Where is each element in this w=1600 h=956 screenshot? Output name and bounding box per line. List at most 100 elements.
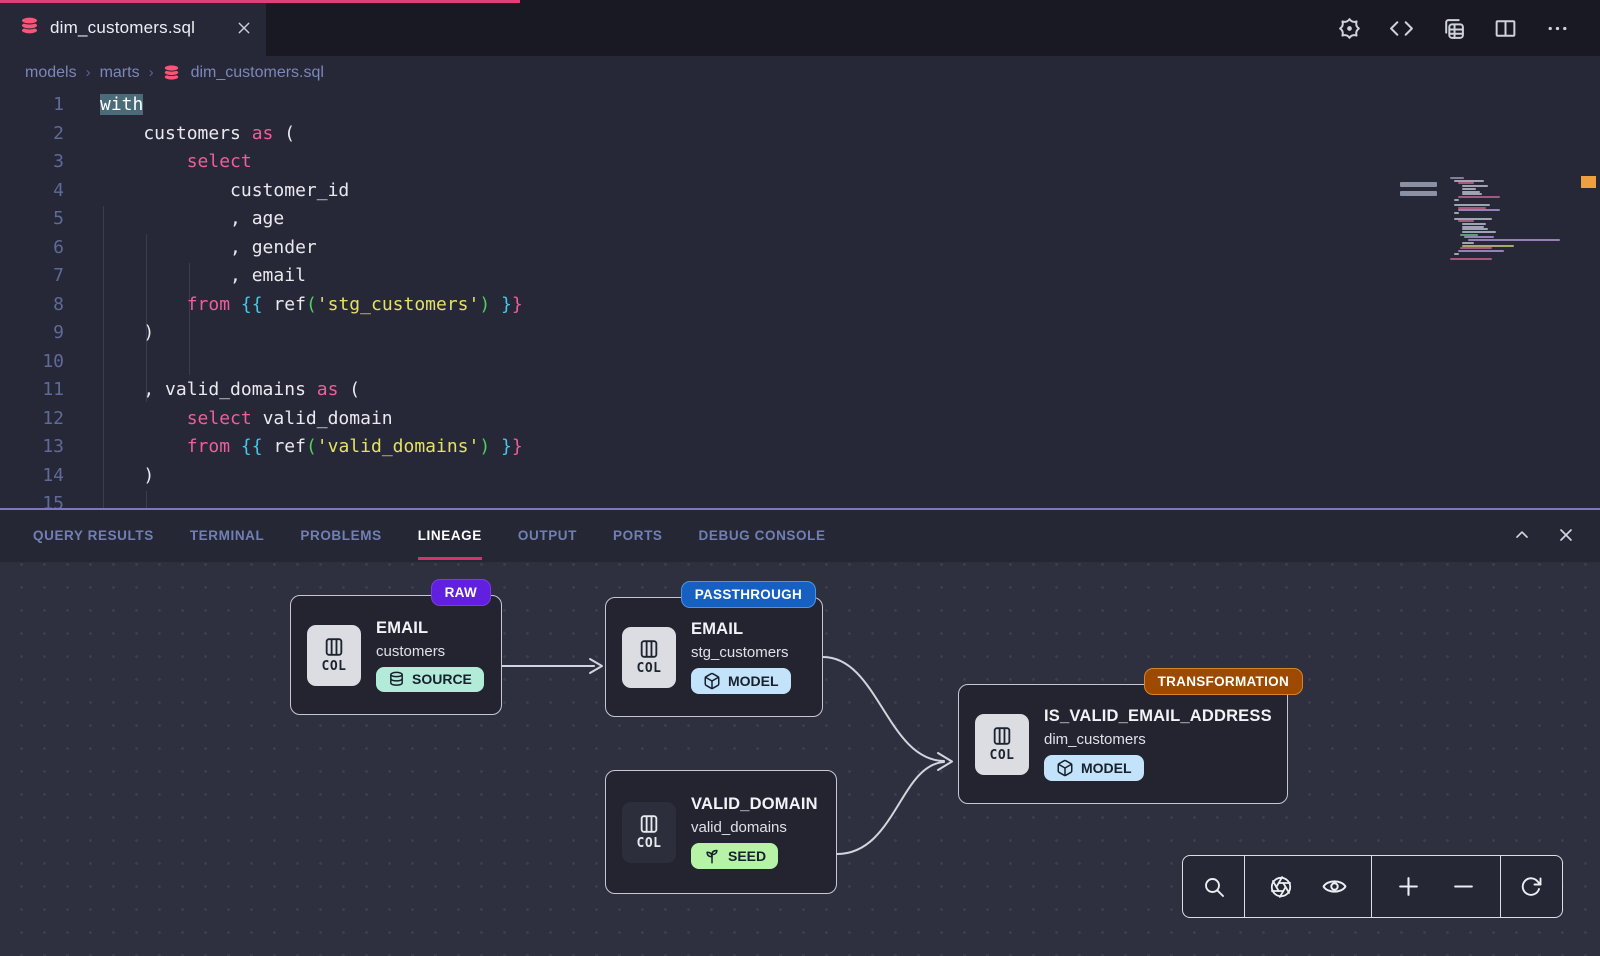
panel-tab-output[interactable]: OUTPUT (518, 510, 577, 560)
panel-tab-terminal[interactable]: TERMINAL (190, 510, 265, 560)
node-subtitle: customers (376, 643, 484, 660)
line-number: 8 (0, 291, 64, 320)
line-text: customer_id (64, 177, 349, 206)
chip-label: MODEL (728, 673, 779, 689)
close-icon[interactable] (1556, 525, 1576, 545)
column-chip[interactable]: COL (307, 625, 361, 686)
minimap[interactable] (1428, 177, 1578, 267)
column-chip-label: COL (322, 659, 347, 674)
breadcrumb-item-models[interactable]: models (25, 64, 77, 82)
column-chip[interactable]: COL (622, 627, 676, 688)
code-line: 12 select valid_domain (0, 405, 1600, 434)
aperture-icon[interactable] (1263, 875, 1299, 899)
minimap-line (1462, 245, 1514, 247)
editor-tab-bar: dim_customers.sql (0, 0, 1600, 56)
toolbar-section (1501, 856, 1561, 917)
line-text (64, 490, 100, 508)
minimap-line (1450, 177, 1464, 179)
eye-icon[interactable] (1316, 874, 1353, 899)
code-line: 8 from {{ ref('stg_customers') }} (0, 291, 1600, 320)
minimap-line (1458, 250, 1504, 252)
lineage-node-customers[interactable]: RAWCOLEMAILcustomersSOURCE (290, 595, 502, 715)
code-line: 15 (0, 490, 1600, 508)
breadcrumb-separator: › (86, 64, 91, 81)
minimap-line (1460, 247, 1492, 249)
dbt-logo-icon[interactable] (1337, 16, 1362, 41)
overview-ruler-mark (1400, 182, 1437, 187)
code-editor[interactable]: 1with2 customers as (3 select4 customer_… (0, 89, 1600, 508)
code-line: 14 ) (0, 462, 1600, 491)
breadcrumb-item-file[interactable]: dim_customers.sql (191, 64, 324, 82)
column-chip[interactable]: COL (622, 802, 676, 863)
columns-icon (638, 638, 660, 660)
line-text: customers as ( (64, 120, 295, 149)
minimap-line (1462, 185, 1488, 187)
minimap-line (1462, 226, 1484, 228)
node-subtitle: stg_customers (691, 644, 791, 661)
lineage-node-valid_domains[interactable]: COLVALID_DOMAINvalid_domainsSEED (605, 770, 837, 894)
line-number: 13 (0, 433, 64, 462)
panel-tab-query-results[interactable]: QUERY RESULTS (33, 510, 154, 560)
minimap-line (1462, 231, 1496, 233)
toolbar-section (1245, 856, 1372, 917)
tab-dim-customers[interactable]: dim_customers.sql (0, 0, 266, 56)
editor-actions (1337, 0, 1600, 56)
columns-icon (991, 725, 1013, 747)
split-editor-icon[interactable] (1493, 16, 1518, 41)
column-chip[interactable]: COL (975, 714, 1029, 775)
minimap-line (1458, 209, 1500, 211)
panel-actions (1512, 525, 1600, 545)
line-number: 5 (0, 205, 64, 234)
panel-tab-problems[interactable]: PROBLEMS (300, 510, 381, 560)
code-line: 4 customer_id (0, 177, 1600, 206)
arrowhead-icon (590, 659, 602, 673)
zoom-in-icon[interactable] (1390, 874, 1427, 899)
edge-valid-dim (837, 762, 944, 854)
database-icon (163, 64, 180, 81)
line-number: 6 (0, 234, 64, 263)
panel-tab-lineage[interactable]: LINEAGE (418, 510, 482, 560)
panel-tabs: QUERY RESULTS TERMINAL PROBLEMS LINEAGE OUTP… (33, 510, 826, 560)
app-window: dim_customers.sql (0, 0, 1600, 956)
chip-label: SOURCE (412, 671, 472, 687)
copy-table-icon[interactable] (1441, 16, 1466, 41)
toolbar-section (1372, 856, 1501, 917)
code-line: 3 select (0, 148, 1600, 177)
panel-tab-ports[interactable]: PORTS (613, 510, 663, 560)
column-chip-label: COL (637, 836, 662, 851)
code-line: 6 , gender (0, 234, 1600, 263)
code-line: 2 customers as ( (0, 120, 1600, 149)
column-chip-label: COL (990, 748, 1015, 763)
tab-title: dim_customers.sql (50, 18, 225, 38)
line-text: , email (64, 262, 306, 291)
columns-icon (638, 813, 660, 835)
node-subtitle: valid_domains (691, 819, 818, 836)
zoom-out-icon[interactable] (1445, 874, 1482, 899)
minimap-line (1454, 212, 1459, 214)
panel-tab-debug-console[interactable]: DEBUG CONSOLE (699, 510, 826, 560)
line-number: 3 (0, 148, 64, 177)
chevron-up-icon[interactable] (1512, 525, 1532, 545)
lineage-node-dim_customers[interactable]: TRANSFORMATIONCOLIS_VALID_EMAIL_ADDRESSd… (958, 684, 1288, 804)
search-icon[interactable] (1196, 875, 1232, 899)
node-type-chip-source: SOURCE (376, 667, 484, 692)
line-text: from {{ ref('valid_domains') }} (64, 433, 523, 462)
code-line: 7 , email (0, 262, 1600, 291)
minimap-line (1462, 188, 1476, 190)
minimap-line (1458, 220, 1474, 222)
code-icon[interactable] (1389, 16, 1414, 41)
lineage-canvas[interactable]: RAWCOLEMAILcustomersSOURCEPASSTHROUGHCOL… (0, 562, 1600, 956)
breadcrumb-item-marts[interactable]: marts (100, 64, 140, 82)
node-subtitle: dim_customers (1044, 731, 1272, 748)
database-icon (388, 671, 405, 688)
more-icon[interactable] (1545, 16, 1570, 41)
refresh-icon[interactable] (1513, 875, 1549, 899)
tab-close-icon[interactable] (236, 20, 252, 36)
minimap-line (1462, 242, 1474, 244)
breadcrumb-separator: › (149, 64, 154, 81)
line-number: 12 (0, 405, 64, 434)
minimap-line (1468, 239, 1560, 241)
line-number: 11 (0, 376, 64, 405)
lineage-node-stg_customers[interactable]: PASSTHROUGHCOLEMAILstg_customersMODEL (605, 597, 823, 717)
node-type-chip-seed: SEED (691, 843, 778, 869)
